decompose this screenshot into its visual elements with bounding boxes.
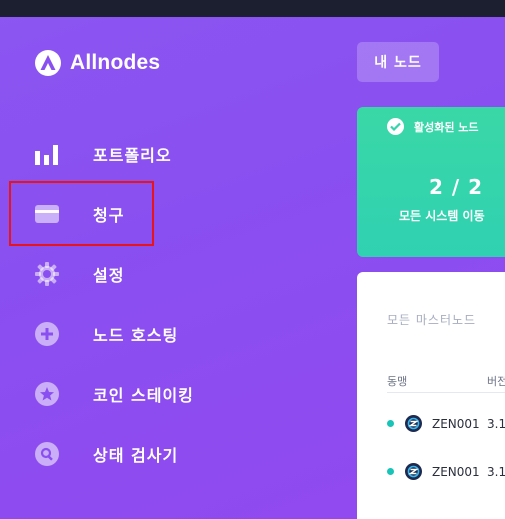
sidebar-item-settings[interactable]: 설정 <box>0 244 340 304</box>
active-nodes-title: 활성화된 노드 <box>414 120 479 134</box>
gear-icon <box>33 260 61 288</box>
column-header-alliance[interactable]: 동맹 <box>387 373 407 389</box>
sidebar-item-coin-staking[interactable]: 코인 스테이킹 <box>0 364 340 424</box>
sidebar-item-health-checker[interactable]: 상태 검사기 <box>0 424 340 484</box>
all-systems-link[interactable]: 모든 시스템 이동 <box>399 207 485 224</box>
active-nodes-count: 2 / 2 <box>429 175 484 199</box>
node-name: ZEN001 <box>432 465 480 479</box>
table-row[interactable]: ZEN001 3.1 <box>387 414 505 434</box>
check-circle-icon <box>387 118 404 135</box>
status-dot <box>387 468 394 475</box>
window-top-bar <box>0 0 505 17</box>
allnodes-logo-icon <box>35 50 61 76</box>
masternodes-title: 모든 마스터노드 <box>387 313 477 327</box>
plus-circle-icon <box>33 320 61 348</box>
masternodes-card: 모든 마스터노드 동맹 버전 ZEN001 3.1 ZEN001 3.1 <box>357 272 505 519</box>
table-row[interactable]: ZEN001 3.1 <box>387 462 505 482</box>
status-dot <box>387 420 394 427</box>
bar-chart-icon <box>33 140 61 168</box>
zen-coin-icon <box>405 415 422 432</box>
column-header-version[interactable]: 버전 <box>487 373 505 389</box>
sidebar-item-label: 노드 호스팅 <box>93 326 179 345</box>
active-nodes-card[interactable]: 활성화된 노드 2 / 2 <box>357 107 505 257</box>
star-circle-icon <box>33 380 61 408</box>
brand-logo[interactable]: Allnodes <box>35 50 160 76</box>
brand-name: Allnodes <box>70 51 161 74</box>
node-name: ZEN001 <box>432 417 480 431</box>
sidebar-item-label: 설정 <box>93 266 125 285</box>
sidebar-item-label: 코인 스테이킹 <box>93 386 194 405</box>
my-nodes-button[interactable]: 내 노드 <box>357 42 439 82</box>
node-version: 3.1 <box>487 465 505 479</box>
sidebar-item-label: 상태 검사기 <box>93 446 179 465</box>
active-nodes-header: 활성화된 노드 <box>387 118 479 135</box>
sidebar-item-label: 포트폴리오 <box>93 146 172 165</box>
table-divider <box>387 392 505 393</box>
sidebar-item-node-hosting[interactable]: 노드 호스팅 <box>0 304 340 364</box>
search-circle-icon <box>33 440 61 468</box>
node-version: 3.1 <box>487 417 505 431</box>
sidebar-item-portfolio[interactable]: 포트폴리오 <box>0 124 340 184</box>
zen-coin-icon <box>405 463 422 480</box>
highlight-annotation <box>9 181 154 246</box>
